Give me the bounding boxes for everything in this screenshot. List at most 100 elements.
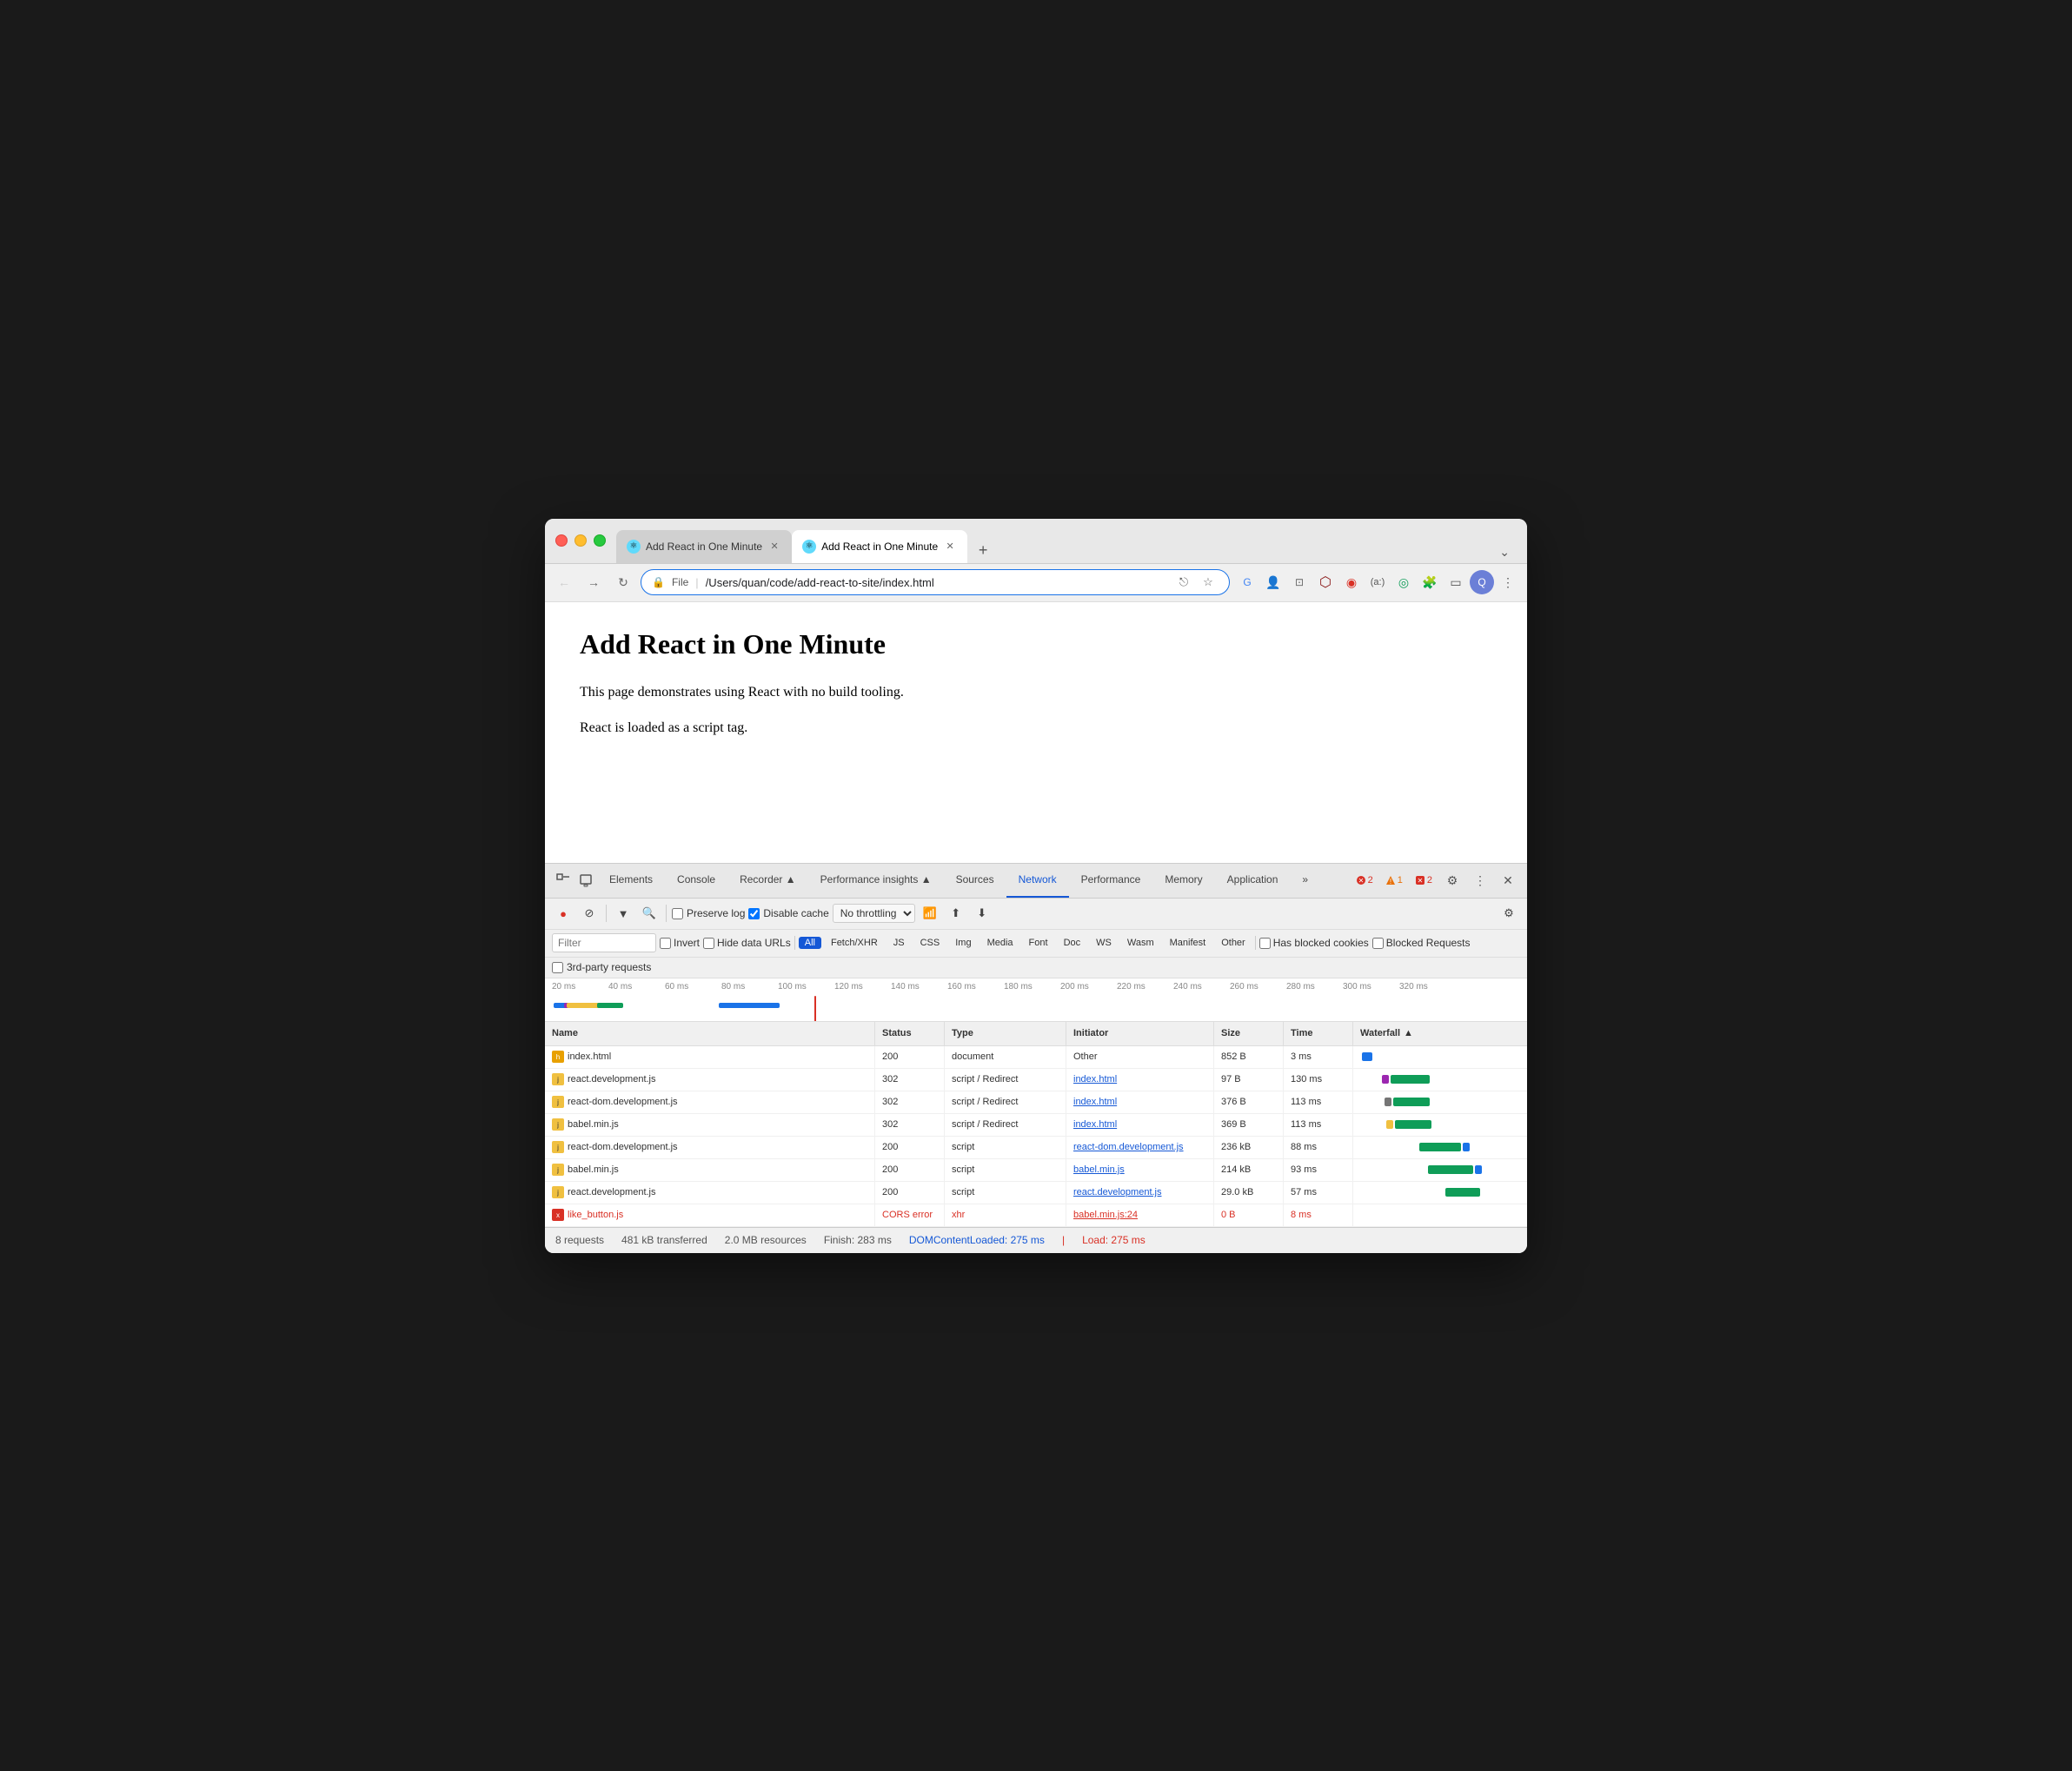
- td-size-4: 236 kB: [1214, 1137, 1284, 1158]
- blocked-requests-checkbox[interactable]: [1372, 938, 1384, 949]
- table-row[interactable]: j react.development.js 302 script / Redi…: [545, 1069, 1527, 1091]
- filter-fetch-xhr[interactable]: Fetch/XHR: [825, 937, 884, 949]
- mark-20: 20 ms: [552, 982, 608, 992]
- refresh-button[interactable]: ↻: [611, 570, 635, 594]
- th-initiator: Initiator: [1066, 1022, 1214, 1045]
- url-bar[interactable]: 🔒 File | /Users/quan/code/add-react-to-s…: [641, 569, 1230, 595]
- blocked-requests-option[interactable]: Blocked Requests: [1372, 937, 1471, 949]
- filter-other[interactable]: Other: [1215, 937, 1252, 949]
- filter-css[interactable]: CSS: [914, 937, 946, 949]
- tab-memory[interactable]: Memory: [1152, 863, 1214, 898]
- tab-menu-button[interactable]: ⌄: [1492, 541, 1517, 563]
- status-dom-loaded[interactable]: DOMContentLoaded: 275 ms: [909, 1234, 1045, 1246]
- filter-media[interactable]: Media: [981, 937, 1019, 949]
- preserve-log-label[interactable]: Preserve log: [672, 907, 745, 919]
- table-row[interactable]: j react-dom.development.js 200 script re…: [545, 1137, 1527, 1159]
- extension-icon-1[interactable]: G: [1235, 570, 1259, 594]
- filter-manifest[interactable]: Manifest: [1164, 937, 1212, 949]
- table-row[interactable]: j react.development.js 200 script react.…: [545, 1182, 1527, 1204]
- devtools-device-toggle[interactable]: [574, 869, 597, 892]
- tab-more[interactable]: »: [1290, 863, 1320, 898]
- blocked-cookies-checkbox[interactable]: [1259, 938, 1271, 949]
- invert-checkbox[interactable]: [660, 938, 671, 949]
- table-row[interactable]: h index.html 200 document Other 852 B 3 …: [545, 1046, 1527, 1069]
- td-initiator-4[interactable]: react-dom.development.js: [1066, 1137, 1214, 1158]
- extension-icon-5[interactable]: (a:): [1365, 570, 1390, 594]
- url-separator: |: [695, 576, 698, 589]
- blocked-cookies-option[interactable]: Has blocked cookies: [1259, 937, 1369, 949]
- table-row[interactable]: j babel.min.js 200 script babel.min.js 2…: [545, 1159, 1527, 1182]
- tab-elements[interactable]: Elements: [597, 863, 665, 898]
- third-party-checkbox[interactable]: [552, 962, 563, 973]
- cast-icon[interactable]: ▭: [1444, 570, 1468, 594]
- filter-doc[interactable]: Doc: [1058, 937, 1087, 949]
- devtools-settings-icon[interactable]: ⚙: [1440, 868, 1464, 892]
- preserve-log-checkbox[interactable]: [672, 908, 683, 919]
- filter-img[interactable]: Img: [949, 937, 977, 949]
- filter-toggle[interactable]: ▼: [612, 902, 634, 925]
- td-initiator-7[interactable]: babel.min.js:24: [1066, 1204, 1214, 1226]
- extension-icon-3[interactable]: ⬡: [1313, 570, 1338, 594]
- td-waterfall-6: [1353, 1182, 1527, 1204]
- td-initiator-1[interactable]: index.html: [1066, 1069, 1214, 1091]
- tab-1-favicon: ⚛: [627, 540, 641, 554]
- table-row[interactable]: j react-dom.development.js 302 script / …: [545, 1091, 1527, 1114]
- invert-option[interactable]: Invert: [660, 937, 700, 949]
- tab-2-close[interactable]: ✕: [943, 540, 957, 554]
- devtools-more-icon[interactable]: ⋮: [1468, 868, 1492, 892]
- tab-console[interactable]: Console: [665, 863, 727, 898]
- back-button[interactable]: ←: [552, 570, 576, 594]
- devtools-element-picker[interactable]: [552, 869, 574, 892]
- devtools-close-icon[interactable]: ✕: [1496, 868, 1520, 892]
- network-toolbar: ● ⊘ ▼ 🔍 Preserve log Disable cache No th…: [545, 899, 1527, 930]
- filter-input[interactable]: [552, 933, 656, 952]
- tab-network[interactable]: Network: [1006, 863, 1069, 898]
- more-menu-icon[interactable]: ⋮: [1496, 570, 1520, 594]
- maximize-button[interactable]: [594, 534, 606, 547]
- td-initiator-6[interactable]: react.development.js: [1066, 1182, 1214, 1204]
- minimize-button[interactable]: [574, 534, 587, 547]
- tab-recorder[interactable]: Recorder ▲: [727, 863, 808, 898]
- tab-1-close[interactable]: ✕: [767, 540, 781, 554]
- disable-cache-label[interactable]: Disable cache: [748, 907, 828, 919]
- network-settings-icon[interactable]: ⚙: [1498, 902, 1520, 925]
- tab-performance-insights[interactable]: Performance insights ▲: [808, 863, 944, 898]
- tab-1[interactable]: ⚛ Add React in One Minute ✕: [616, 530, 792, 563]
- filter-js[interactable]: JS: [887, 937, 911, 949]
- hide-data-urls-checkbox[interactable]: [703, 938, 714, 949]
- td-type-1: script / Redirect: [945, 1069, 1066, 1091]
- tab-sources[interactable]: Sources: [944, 863, 1006, 898]
- export-button[interactable]: ⬇: [971, 902, 993, 925]
- forward-button[interactable]: →: [581, 570, 606, 594]
- filter-ws[interactable]: WS: [1090, 937, 1118, 949]
- record-button[interactable]: ●: [552, 902, 574, 925]
- extension-icon-6[interactable]: ◎: [1391, 570, 1416, 594]
- td-initiator-5[interactable]: babel.min.js: [1066, 1159, 1214, 1181]
- import-button[interactable]: ⬆: [945, 902, 967, 925]
- throttle-select[interactable]: No throttling: [833, 904, 915, 923]
- share-icon[interactable]: ⎋: [1173, 572, 1194, 593]
- profile-avatar[interactable]: Q: [1470, 570, 1494, 594]
- extensions-icon[interactable]: 🧩: [1418, 570, 1442, 594]
- account-icon[interactable]: 👤: [1261, 570, 1285, 594]
- filter-wasm[interactable]: Wasm: [1121, 937, 1160, 949]
- filter-all[interactable]: All: [799, 937, 821, 949]
- tab-application[interactable]: Application: [1215, 863, 1291, 898]
- td-initiator-2[interactable]: index.html: [1066, 1091, 1214, 1113]
- tab-2[interactable]: ⚛ Add React in One Minute ✕: [792, 530, 967, 563]
- table-row-error[interactable]: x like_button.js CORS error xhr babel.mi…: [545, 1204, 1527, 1227]
- table-row[interactable]: j babel.min.js 302 script / Redirect ind…: [545, 1114, 1527, 1137]
- extension-icon-2[interactable]: ⊡: [1287, 570, 1312, 594]
- bookmark-icon[interactable]: ☆: [1198, 572, 1219, 593]
- search-toggle[interactable]: 🔍: [638, 902, 661, 925]
- filter-font[interactable]: Font: [1023, 937, 1054, 949]
- tab-performance[interactable]: Performance: [1069, 863, 1153, 898]
- wifi-icon[interactable]: 📶: [919, 902, 941, 925]
- disable-cache-checkbox[interactable]: [748, 908, 760, 919]
- extension-icon-4[interactable]: ◉: [1339, 570, 1364, 594]
- hide-data-urls-option[interactable]: Hide data URLs: [703, 937, 791, 949]
- close-button[interactable]: [555, 534, 568, 547]
- td-initiator-3[interactable]: index.html: [1066, 1114, 1214, 1136]
- new-tab-button[interactable]: +: [971, 539, 995, 563]
- clear-button[interactable]: ⊘: [578, 902, 601, 925]
